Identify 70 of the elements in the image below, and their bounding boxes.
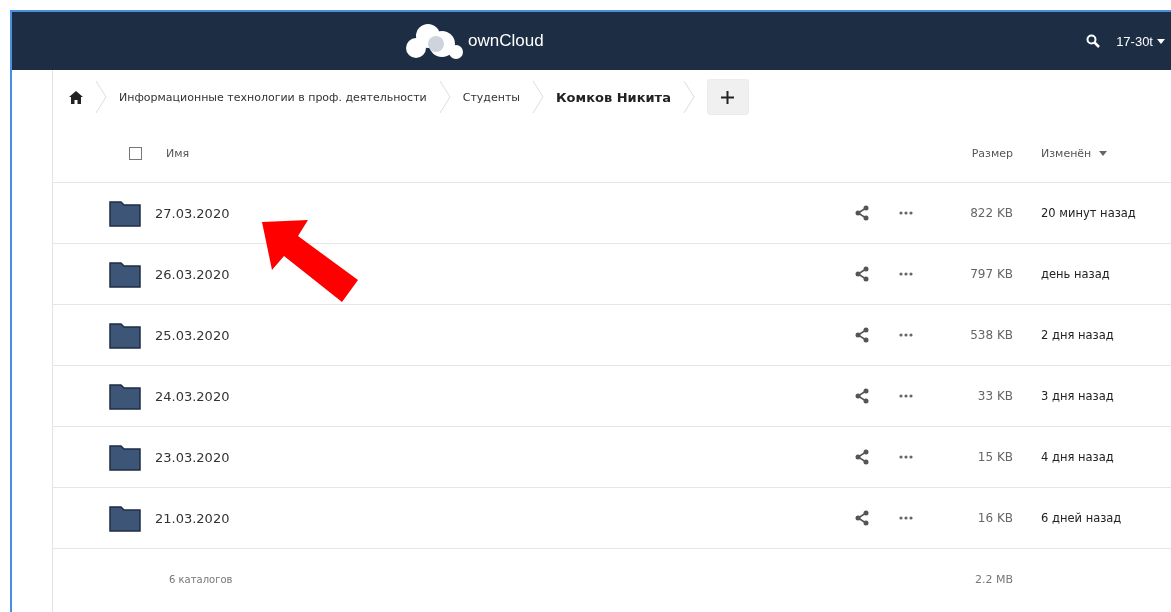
chevron-separator-icon <box>438 80 451 114</box>
home-icon[interactable] <box>69 90 83 104</box>
search-icon[interactable] <box>1086 34 1101 48</box>
size-cell-text: 822 KB <box>969 206 1013 220</box>
user-menu[interactable]: 17-30t <box>1116 33 1165 49</box>
size-cell-text: 15 KB <box>976 450 1013 464</box>
more-icon <box>899 516 913 520</box>
column-header[interactable]: Имя <box>166 146 190 160</box>
app-name: ownCloud <box>468 31 544 51</box>
modified-cell-text: 6 дней назад <box>1040 511 1123 525</box>
more-button[interactable] <box>899 272 913 276</box>
modified-cell-text: день назад <box>1040 267 1111 281</box>
arrow-icon <box>262 220 358 302</box>
size-cell-text: 538 KB <box>969 328 1013 342</box>
more-icon <box>899 455 913 459</box>
folder-name[interactable]: 21.03.2020 <box>155 510 855 526</box>
column-header[interactable]: Изменён <box>1041 146 1092 160</box>
chevron-separator-icon <box>532 80 544 114</box>
share-button[interactable] <box>855 449 869 465</box>
select-all-checkbox[interactable] <box>129 146 142 160</box>
chevron-separator-icon <box>95 80 107 114</box>
breadcrumb-link[interactable]: Студенты <box>462 90 520 104</box>
share-icon <box>855 388 869 404</box>
sort-caret-icon <box>1099 150 1108 156</box>
folder-icon <box>109 443 141 471</box>
more-button[interactable] <box>899 455 913 459</box>
more-icon <box>899 394 913 398</box>
more-icon <box>899 333 913 337</box>
modified-cell-text: 20 минут назад <box>1040 206 1137 220</box>
size-cell-text: 797 KB <box>969 267 1013 281</box>
modified-cell-text: 3 дня назад <box>1040 389 1115 403</box>
more-icon <box>899 272 913 276</box>
share-button[interactable] <box>855 510 869 526</box>
total-size: 2.2 MB <box>973 572 1013 586</box>
more-button[interactable] <box>899 516 913 520</box>
chevron-separator-icon <box>682 80 695 114</box>
folder-icon <box>109 321 141 349</box>
more-button[interactable] <box>899 333 913 337</box>
folder-icon <box>109 382 141 410</box>
share-button[interactable] <box>855 327 869 343</box>
folder-icon <box>109 199 141 227</box>
folder-name[interactable]: 23.03.2020 <box>155 449 855 465</box>
size-cell-text: 16 KB <box>976 511 1013 525</box>
modified-cell-text: 2 дня назад <box>1040 328 1115 342</box>
share-button[interactable] <box>855 205 869 221</box>
modified-cell-text: 4 дня назад <box>1040 450 1115 464</box>
folder-count: 6 каталогов <box>169 573 234 585</box>
more-icon <box>899 211 913 215</box>
share-icon <box>855 327 869 343</box>
share-button[interactable] <box>855 388 869 404</box>
size-cell-text: 33 KB <box>976 389 1013 403</box>
more-button[interactable] <box>899 211 913 215</box>
share-icon <box>855 205 869 221</box>
folder-name[interactable]: 25.03.2020 <box>155 327 855 343</box>
folder-name[interactable]: 24.03.2020 <box>155 388 855 404</box>
caret-icon <box>1157 38 1165 44</box>
plus-icon <box>721 90 735 104</box>
column-header[interactable]: Размер <box>971 146 1013 160</box>
share-icon <box>855 449 869 465</box>
folder-name[interactable]: 26.03.2020 <box>155 266 855 282</box>
share-icon <box>855 510 869 526</box>
folder-icon <box>109 260 141 288</box>
folder-icon <box>109 504 141 532</box>
folder-name[interactable]: 27.03.2020 <box>155 205 855 221</box>
share-icon <box>855 266 869 282</box>
new-button[interactable] <box>706 79 749 115</box>
breadcrumb-link[interactable]: Комков Никита <box>556 89 671 105</box>
share-button[interactable] <box>855 266 869 282</box>
more-button[interactable] <box>899 394 913 398</box>
breadcrumb-link[interactable]: Информационные технологии в проф. деятельности <box>119 90 427 104</box>
